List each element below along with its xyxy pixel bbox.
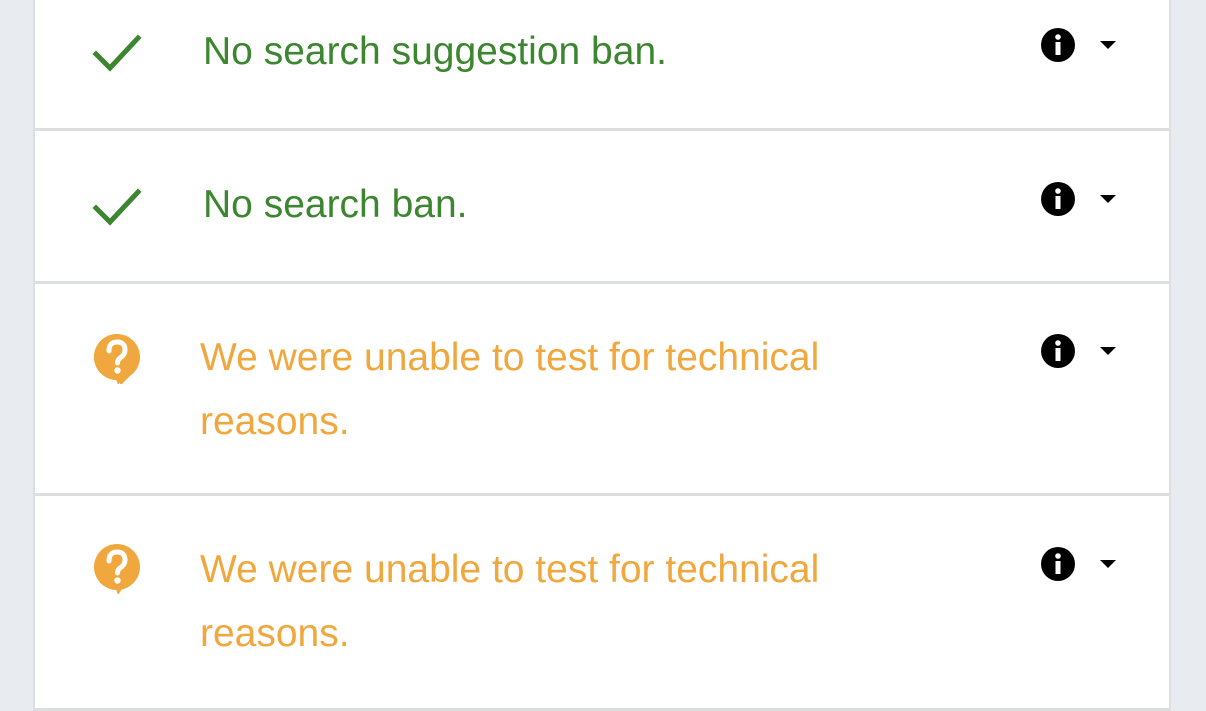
result-row: No search ban. [35, 131, 1169, 284]
info-icon[interactable] [1040, 333, 1076, 369]
result-message: We were unable to test for technical rea… [200, 548, 820, 655]
caret-down-icon[interactable] [1097, 192, 1119, 206]
result-message: We were unable to test for technical rea… [200, 336, 820, 443]
results-panel: No search suggestion ban. No search ban. [33, 0, 1171, 711]
info-icon[interactable] [1040, 181, 1076, 217]
checkmark-icon [92, 188, 142, 226]
question-bubble-icon [94, 544, 140, 594]
result-message: No search suggestion ban. [203, 30, 667, 73]
caret-down-icon[interactable] [1097, 344, 1119, 358]
result-row: We were unable to test for technical rea… [35, 496, 1169, 711]
caret-down-icon[interactable] [1097, 38, 1119, 52]
checkmark-icon [92, 34, 142, 72]
info-icon[interactable] [1040, 546, 1076, 582]
result-row: We were unable to test for technical rea… [35, 284, 1169, 496]
result-row: No search suggestion ban. [35, 0, 1169, 131]
caret-down-icon[interactable] [1097, 557, 1119, 571]
info-icon[interactable] [1040, 27, 1076, 63]
result-message: No search ban. [203, 183, 468, 226]
question-bubble-icon [94, 334, 140, 384]
